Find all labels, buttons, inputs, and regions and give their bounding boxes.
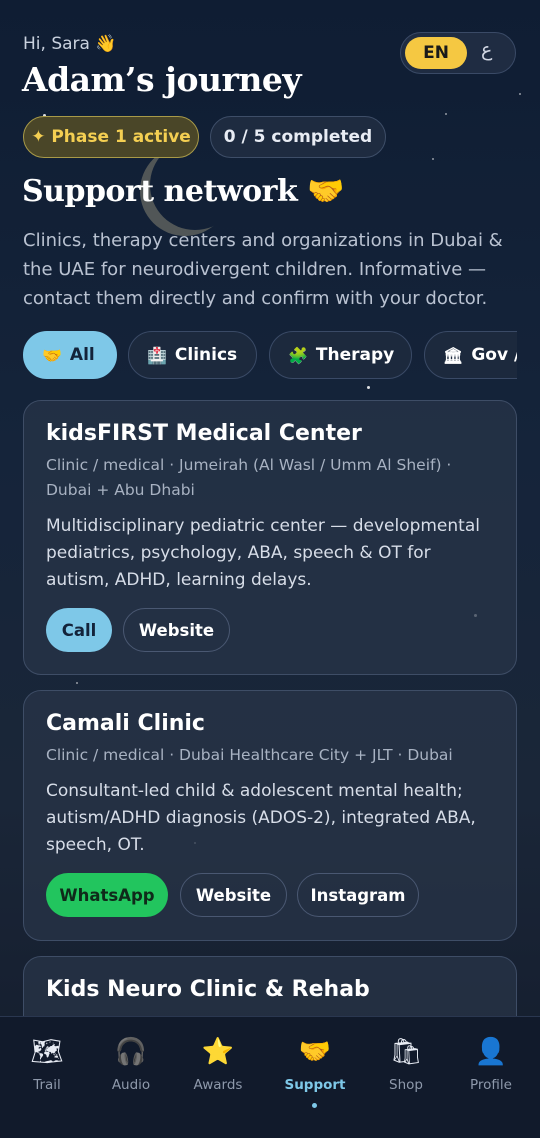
organization-card: kidsFIRST Medical Center Clinic / medica… <box>23 400 517 675</box>
greeting: Hi, Sara 👋 <box>23 34 117 54</box>
user-icon: 👤 <box>474 1037 508 1067</box>
whatsapp-button[interactable]: WhatsApp <box>46 873 168 917</box>
puzzle-icon: 🧩 <box>288 345 308 365</box>
call-button[interactable]: Call <box>46 608 112 652</box>
handshake-icon: 🤝 <box>298 1037 332 1067</box>
nav-tab-label: Shop <box>389 1077 423 1093</box>
nav-tab-profile[interactable]: 👤 Profile <box>451 1035 531 1093</box>
organization-description: Consultant-led child & adolescent mental… <box>46 781 476 855</box>
nav-tab-support[interactable]: 🤝 Support <box>275 1035 355 1093</box>
nav-tab-label: Profile <box>470 1077 512 1093</box>
hospital-icon: 🏥 <box>147 345 167 365</box>
nav-tab-label: Trail <box>33 1077 61 1093</box>
headphones-icon: 🎧 <box>114 1037 148 1067</box>
filter-chip-all[interactable]: 🤝 All <box>23 331 117 379</box>
progress-badge: 0 / 5 completed <box>210 116 386 158</box>
active-tab-indicator <box>312 1103 317 1108</box>
filter-label: Gov / <box>471 345 517 365</box>
star-decoration <box>519 93 521 95</box>
shopping-bags-icon: 🛍 <box>389 1037 423 1067</box>
website-button[interactable]: Website <box>123 608 230 652</box>
phase-badge: ✦ Phase 1 active <box>23 116 199 158</box>
section-heading-text: Support network <box>22 174 298 209</box>
filter-label: Therapy <box>315 345 395 365</box>
organization-name: kidsFIRST Medical Center <box>46 421 362 446</box>
page-title: Adam’s journey <box>22 60 302 99</box>
star-decoration <box>76 682 78 684</box>
language-en-button[interactable]: EN <box>405 37 467 69</box>
section-heading: Support network 🤝 <box>22 174 345 209</box>
star-decoration <box>432 158 434 160</box>
section-description: Clinics, therapy centers and organizatio… <box>23 230 503 309</box>
star-decoration <box>445 113 447 115</box>
star-decoration <box>367 386 370 389</box>
filter-label: All <box>69 345 95 365</box>
language-toggle[interactable]: EN ع <box>400 32 516 74</box>
wave-icon: 👋 <box>95 34 117 54</box>
bottom-navigation: 🗺 Trail 🎧 Audio ⭐ Awards 🤝 Support 🛍 Sho… <box>0 1016 540 1138</box>
website-button[interactable]: Website <box>180 873 287 917</box>
filter-chips: 🤝 All 🏥 Clinics 🧩 Therapy 🏛 Gov / <box>23 331 517 379</box>
instagram-button[interactable]: Instagram <box>297 873 419 917</box>
filter-chip-clinics[interactable]: 🏥 Clinics <box>128 331 257 379</box>
organization-meta: Clinic / medical · Jumeirah (Al Wasl / U… <box>46 456 452 499</box>
filter-label: Clinics <box>174 345 238 365</box>
nav-tab-label: Awards <box>193 1077 243 1093</box>
nav-tab-shop[interactable]: 🛍 Shop <box>366 1035 446 1093</box>
filter-chip-therapy[interactable]: 🧩 Therapy <box>269 331 412 379</box>
filter-chip-gov[interactable]: 🏛 Gov / <box>424 331 517 379</box>
organization-name: Kids Neuro Clinic & Rehab <box>46 977 370 1002</box>
handshake-icon: 🤝 <box>42 345 62 365</box>
handshake-icon: 🤝 <box>307 174 345 209</box>
map-icon: 🗺 <box>30 1037 64 1067</box>
nav-tab-label: Support <box>284 1077 346 1093</box>
star-icon: ⭐ <box>201 1037 235 1067</box>
organization-meta: Clinic / medical · Dubai Healthcare City… <box>46 746 453 764</box>
nav-tab-audio[interactable]: 🎧 Audio <box>91 1035 171 1093</box>
nav-tab-trail[interactable]: 🗺 Trail <box>7 1035 87 1093</box>
organization-description: Multidisciplinary pediatric center — dev… <box>46 516 480 590</box>
nav-tab-awards[interactable]: ⭐ Awards <box>178 1035 258 1093</box>
language-ar-button[interactable]: ع <box>481 39 492 61</box>
government-building-icon: 🏛 <box>443 345 464 365</box>
greeting-text: Hi, Sara <box>23 34 90 54</box>
nav-tab-label: Audio <box>111 1077 151 1093</box>
organization-name: Camali Clinic <box>46 711 205 736</box>
organization-card: Camali Clinic Clinic / medical · Dubai H… <box>23 690 517 941</box>
